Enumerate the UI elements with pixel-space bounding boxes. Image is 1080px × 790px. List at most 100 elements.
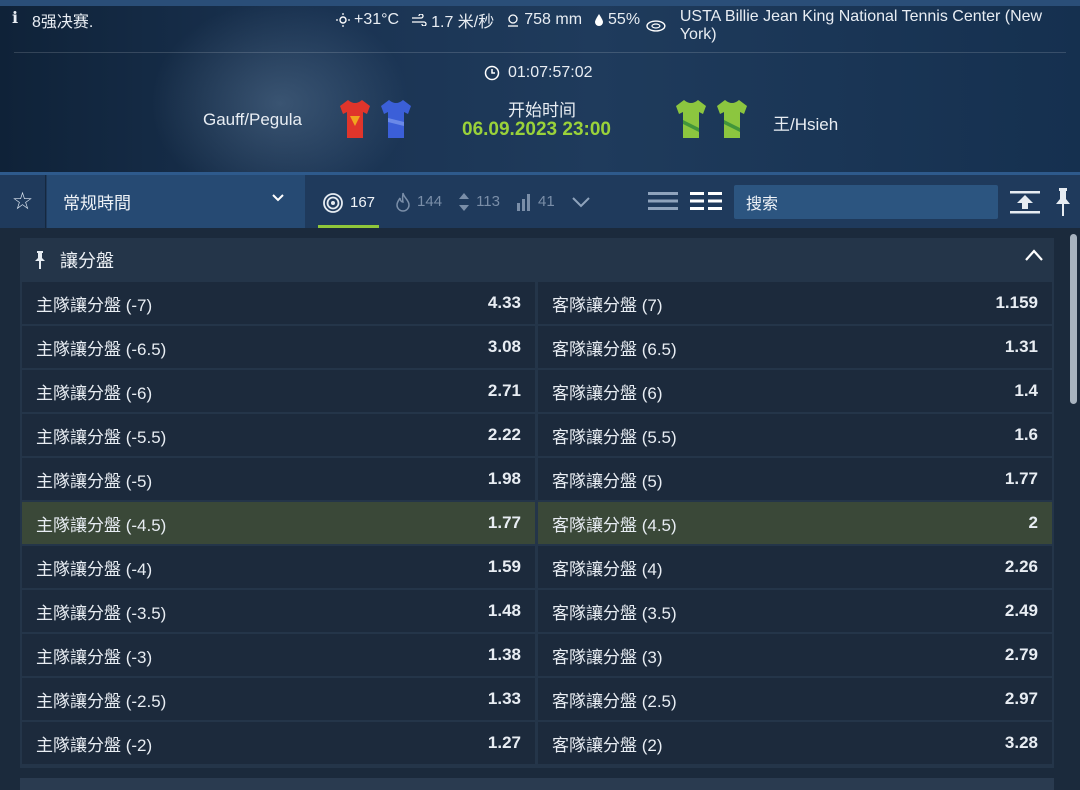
expand-chevron-icon[interactable] bbox=[571, 196, 591, 208]
pin-icon[interactable] bbox=[34, 250, 46, 270]
away-handicap-button[interactable]: 客隊讓分盤 (5) 1.77 bbox=[538, 458, 1052, 500]
odds-row: 主隊讓分盤 (-6.5) 3.08 客隊讓分盤 (6.5) 1.31 bbox=[22, 326, 1052, 370]
tab-count: 144 bbox=[417, 193, 443, 210]
home-handicap-button[interactable]: 主隊讓分盤 (-2) 1.27 bbox=[22, 722, 535, 764]
away-handicap-label: 客隊讓分盤 (6.5) bbox=[552, 339, 677, 359]
home-odds-value: 1.27 bbox=[487, 733, 521, 752]
up-down-icon bbox=[459, 192, 470, 211]
search-placeholder: 搜索 bbox=[746, 196, 779, 213]
away-handicap-button[interactable]: 客隊讓分盤 (2.5) 2.97 bbox=[538, 678, 1052, 720]
away-handicap-button[interactable]: 客隊讓分盤 (3.5) 2.49 bbox=[538, 590, 1052, 632]
odds-row: 主隊讓分盤 (-5.5) 2.22 客隊讓分盤 (5.5) 1.6 bbox=[22, 414, 1052, 458]
away-handicap-label: 客隊讓分盤 (6) bbox=[552, 383, 663, 403]
home-handicap-label: 主隊讓分盤 (-6) bbox=[36, 383, 153, 403]
odds-row: 主隊讓分盤 (-5) 1.98 客隊讓分盤 (5) 1.77 bbox=[22, 458, 1052, 502]
humidity: 55% bbox=[594, 8, 640, 32]
period-select-value: 常规時間 bbox=[63, 194, 131, 213]
away-odds-value: 1.4 bbox=[1014, 381, 1038, 400]
pressure-value: 758 mm bbox=[524, 11, 583, 28]
pressure-icon bbox=[508, 14, 519, 27]
tab-all-markets[interactable]: 167 bbox=[318, 180, 380, 228]
away-odds-value: 1.6 bbox=[1014, 425, 1038, 444]
fire-icon bbox=[396, 192, 410, 212]
away-handicap-button[interactable]: 客隊讓分盤 (2) 3.28 bbox=[538, 722, 1052, 764]
next-market-panel bbox=[20, 778, 1054, 790]
away-shirt-icon bbox=[676, 100, 706, 138]
two-column-view-icon[interactable] bbox=[690, 189, 722, 213]
home-handicap-button[interactable]: 主隊讓分盤 (-5.5) 2.22 bbox=[22, 414, 535, 456]
favorite-star-icon[interactable]: ☆ bbox=[0, 175, 46, 228]
chevron-up-icon[interactable] bbox=[1024, 248, 1044, 262]
home-handicap-label: 主隊讓分盤 (-5.5) bbox=[36, 427, 167, 447]
away-handicap-button[interactable]: 客隊讓分盤 (3) 2.79 bbox=[538, 634, 1052, 676]
home-odds-value: 1.59 bbox=[487, 557, 521, 576]
tab-totals[interactable]: 113 bbox=[458, 175, 500, 228]
home-handicap-button[interactable]: 主隊讓分盤 (-6.5) 3.08 bbox=[22, 326, 535, 368]
clock-icon bbox=[484, 65, 500, 81]
venue-name: USTA Billie Jean King National Tennis Ce… bbox=[679, 8, 1043, 43]
search-input[interactable]: 搜索 bbox=[734, 185, 998, 219]
away-team-name[interactable]: 王/Hsieh bbox=[773, 110, 838, 135]
away-odds-value: 1.31 bbox=[1004, 337, 1038, 356]
list-view-icon[interactable] bbox=[648, 189, 678, 213]
away-odds-value: 1.159 bbox=[995, 293, 1038, 312]
away-handicap-label: 客隊讓分盤 (3) bbox=[552, 647, 663, 667]
market-header[interactable]: 讓分盤 bbox=[20, 238, 1054, 282]
tab-stats[interactable]: 41 bbox=[516, 175, 555, 228]
away-handicap-button[interactable]: 客隊讓分盤 (7) 1.159 bbox=[538, 282, 1052, 324]
away-odds-value: 3.28 bbox=[1004, 733, 1038, 752]
home-odds-value: 1.38 bbox=[487, 645, 521, 664]
away-handicap-label: 客隊讓分盤 (4.5) bbox=[552, 515, 677, 535]
away-handicap-button[interactable]: 客隊讓分盤 (4.5) 2 bbox=[538, 502, 1052, 544]
wind-icon bbox=[412, 14, 427, 26]
top-accent-line bbox=[0, 0, 1080, 6]
home-odds-value: 1.77 bbox=[487, 513, 521, 532]
collapse-all-icon[interactable] bbox=[1010, 189, 1040, 215]
away-odds-value: 2 bbox=[1028, 513, 1038, 532]
stadium-icon bbox=[646, 20, 666, 32]
away-shirt-2-icon bbox=[717, 100, 747, 138]
away-handicap-button[interactable]: 客隊讓分盤 (5.5) 1.6 bbox=[538, 414, 1052, 456]
scrollbar[interactable] bbox=[1068, 234, 1078, 774]
home-team-name[interactable]: Gauff/Pegula bbox=[203, 110, 302, 130]
handicap-market-panel: 讓分盤 主隊讓分盤 (-7) 4.33 客隊讓分盤 (7) 1.159 主隊讓分盤 (-… bbox=[20, 238, 1054, 768]
home-handicap-button[interactable]: 主隊讓分盤 (-4) 1.59 bbox=[22, 546, 535, 588]
countdown-value: 01:07:57:02 bbox=[508, 64, 593, 81]
home-handicap-button[interactable]: 主隊讓分盤 (-6) 2.71 bbox=[22, 370, 535, 412]
home-odds-value: 2.22 bbox=[487, 425, 521, 444]
home-odds-value: 4.33 bbox=[487, 293, 521, 312]
home-handicap-button[interactable]: 主隊讓分盤 (-7) 4.33 bbox=[22, 282, 535, 324]
bars-icon bbox=[516, 193, 530, 211]
away-handicap-button[interactable]: 客隊讓分盤 (6.5) 1.31 bbox=[538, 326, 1052, 368]
away-handicap-button[interactable]: 客隊讓分盤 (4) 2.26 bbox=[538, 546, 1052, 588]
away-handicap-label: 客隊讓分盤 (5.5) bbox=[552, 427, 677, 447]
home-handicap-button[interactable]: 主隊讓分盤 (-3) 1.38 bbox=[22, 634, 535, 676]
home-handicap-button[interactable]: 主隊讓分盤 (-5) 1.98 bbox=[22, 458, 535, 500]
home-shirt-2-icon bbox=[381, 100, 411, 138]
home-odds-value: 1.98 bbox=[487, 469, 521, 488]
tab-popular[interactable]: 144 bbox=[395, 175, 442, 228]
info-icon[interactable]: i bbox=[12, 8, 18, 27]
home-handicap-button[interactable]: 主隊讓分盤 (-2.5) 1.33 bbox=[22, 678, 535, 720]
away-handicap-label: 客隊讓分盤 (2) bbox=[552, 735, 663, 755]
venue: USTA Billie Jean King National Tennis Ce… bbox=[646, 8, 1080, 44]
odds-row: 主隊讓分盤 (-2) 1.27 客隊讓分盤 (2) 3.28 bbox=[22, 722, 1052, 766]
home-shirt-icon bbox=[340, 100, 370, 138]
period-select[interactable]: 常规時間 bbox=[47, 175, 305, 228]
away-odds-value: 2.49 bbox=[1004, 601, 1038, 620]
home-handicap-label: 主隊讓分盤 (-3.5) bbox=[36, 603, 167, 623]
odds-row: 主隊讓分盤 (-6) 2.71 客隊讓分盤 (6) 1.4 bbox=[22, 370, 1052, 414]
home-handicap-label: 主隊讓分盤 (-3) bbox=[36, 647, 153, 667]
pin-icon[interactable] bbox=[1054, 187, 1072, 217]
home-handicap-label: 主隊讓分盤 (-7) bbox=[36, 295, 153, 315]
away-odds-value: 2.26 bbox=[1004, 557, 1038, 576]
odds-row: 主隊讓分盤 (-3) 1.38 客隊讓分盤 (3) 2.79 bbox=[22, 634, 1052, 678]
home-handicap-button[interactable]: 主隊讓分盤 (-3.5) 1.48 bbox=[22, 590, 535, 632]
header-divider bbox=[14, 52, 1066, 53]
home-handicap-button[interactable]: 主隊讓分盤 (-4.5) 1.77 bbox=[22, 502, 535, 544]
away-handicap-button[interactable]: 客隊讓分盤 (6) 1.4 bbox=[538, 370, 1052, 412]
scrollbar-thumb[interactable] bbox=[1070, 234, 1077, 404]
home-odds-value: 1.48 bbox=[487, 601, 521, 620]
odds-row: 主隊讓分盤 (-4) 1.59 客隊讓分盤 (4) 2.26 bbox=[22, 546, 1052, 590]
humidity-value: 55% bbox=[608, 11, 641, 28]
